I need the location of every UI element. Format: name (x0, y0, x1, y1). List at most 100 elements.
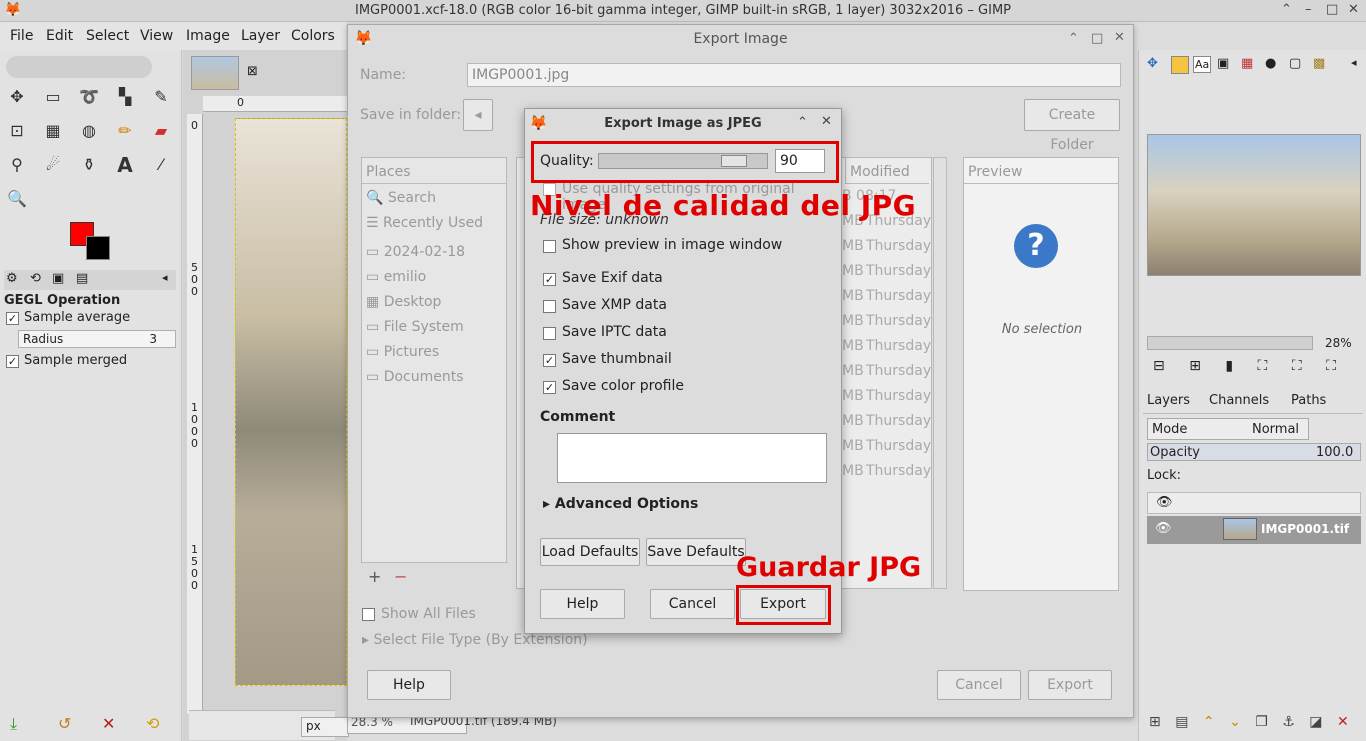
comment-textarea[interactable] (557, 433, 827, 483)
save-defaults-button[interactable]: Save Defaults (646, 538, 746, 566)
duplicate-layer-icon[interactable]: ❐ (1255, 714, 1268, 730)
menu-layer[interactable]: Layer (241, 28, 280, 44)
zoom-tool-icon[interactable]: 🔍 (4, 186, 30, 212)
shrink-wrap-icon[interactable]: ⛶ (1326, 358, 1336, 374)
gradients-tab-icon[interactable]: ▩ (1313, 56, 1325, 71)
zoom-one-icon[interactable]: ▮ (1225, 358, 1233, 374)
new-layer-icon[interactable]: ⊞ (1149, 714, 1161, 730)
menu-colors[interactable]: Colors (291, 28, 335, 44)
file-row-modified[interactable]: MB Thursday (842, 311, 931, 333)
place-documents[interactable]: ▭ Documents (366, 369, 464, 385)
fit-window-icon[interactable]: ⛶ (1292, 358, 1302, 374)
advanced-options-expander[interactable]: ▸ Advanced Options (543, 496, 698, 512)
show-all-files-checkbox[interactable] (362, 608, 375, 621)
brushes-tab-icon[interactable]: ● (1265, 56, 1276, 71)
fit-image-icon[interactable]: ⛶ (1258, 358, 1268, 374)
pointer-tab-icon[interactable]: ✥ (1147, 56, 1158, 71)
select-file-type-expander[interactable]: ▸ Select File Type (By Extension) (362, 632, 588, 648)
navigation-preview[interactable] (1147, 134, 1361, 276)
expand-icon[interactable]: ⌃ (1281, 2, 1292, 17)
save-iptc-checkbox[interactable] (543, 327, 556, 340)
raise-layer-icon[interactable]: ⌃ (1203, 714, 1215, 730)
reset-preset-icon[interactable]: ⟲ (146, 714, 159, 733)
palettes-tab-icon[interactable]: ▦ (1241, 56, 1253, 71)
remove-bookmark-icon[interactable]: − (394, 567, 407, 586)
tab-paths[interactable]: Paths (1291, 393, 1326, 408)
file-row-modified[interactable]: MB Thursday (842, 261, 931, 283)
paintbrush-tool-icon[interactable]: ✏ (112, 118, 138, 144)
layer-row[interactable]: 👁 IMGP0001.tif (1147, 516, 1361, 544)
sample-merged-checkbox[interactable]: ✓ (6, 355, 19, 368)
fg-bg-tab-icon[interactable] (1171, 56, 1189, 74)
minimize-icon[interactable]: – (1305, 2, 1312, 17)
clone-tool-icon[interactable]: ⚲ (4, 152, 30, 178)
menu-image[interactable]: Image (186, 28, 230, 44)
menu-select[interactable]: Select (86, 28, 129, 44)
image-tab-thumbnail[interactable] (191, 56, 239, 90)
export-export-button[interactable]: Export (1028, 670, 1112, 700)
color-picker-tool-icon[interactable]: ⁄ (148, 152, 174, 178)
close-icon[interactable]: ✕ (1348, 2, 1359, 17)
close-image-tab-icon[interactable]: ⊠ (247, 64, 258, 79)
name-input[interactable]: IMGP0001.jpg (467, 63, 1121, 87)
layer-name[interactable]: IMGP0001.tif (1261, 522, 1349, 536)
zoom-in-icon[interactable]: ⊞ (1189, 358, 1201, 374)
restore-preset-icon[interactable]: ↺ (58, 714, 71, 733)
new-group-icon[interactable]: ▤ (1175, 714, 1188, 730)
menu-file[interactable]: File (10, 28, 33, 44)
place-folder-date[interactable]: ▭ 2024-02-18 (366, 244, 465, 260)
place-pictures[interactable]: ▭ Pictures (366, 344, 439, 360)
create-folder-button[interactable]: Create Folder (1024, 99, 1120, 153)
show-preview-checkbox[interactable] (543, 240, 556, 253)
maximize-icon[interactable]: □ (1326, 2, 1338, 17)
patterns-tab-icon[interactable]: ▢ (1289, 56, 1301, 71)
save-exif-checkbox[interactable]: ✓ (543, 273, 556, 286)
menu-edit[interactable]: Edit (46, 28, 73, 44)
tab-layers[interactable]: Layers (1147, 393, 1190, 408)
place-search[interactable]: 🔍 Search (366, 190, 436, 206)
layer-visibility-icon[interactable]: 👁 (1155, 521, 1172, 536)
canvas-image[interactable] (235, 118, 347, 686)
export-close-icon[interactable]: ✕ (1114, 30, 1125, 45)
export-cancel-button[interactable]: Cancel (937, 670, 1021, 700)
add-bookmark-icon[interactable]: + (368, 567, 381, 586)
images-tab-icon[interactable]: ▤ (76, 271, 88, 286)
save-thumbnail-checkbox[interactable]: ✓ (543, 354, 556, 367)
dodge-tool-icon[interactable]: ⚱ (76, 152, 102, 178)
file-row-modified[interactable]: MB Thursday (842, 411, 931, 433)
sample-average-checkbox[interactable]: ✓ (6, 312, 19, 325)
export-expand-icon[interactable]: ⌃ (1068, 31, 1079, 46)
jpeg-help-button[interactable]: Help (540, 589, 625, 619)
save-color-profile-checkbox[interactable]: ✓ (543, 381, 556, 394)
anchor-layer-icon[interactable]: ⚓ (1282, 714, 1295, 730)
smudge-tool-icon[interactable]: ☄ (40, 152, 66, 178)
text-tool-icon[interactable]: A (112, 152, 138, 178)
delete-layer-icon[interactable]: ✕ (1337, 714, 1349, 730)
mask-layer-icon[interactable]: ◪ (1309, 714, 1322, 730)
undo-history-tab-icon[interactable]: ▣ (52, 271, 64, 286)
fuzzy-select-tool-icon[interactable]: ▚ (112, 84, 138, 110)
bucket-fill-tool-icon[interactable]: ◍ (76, 118, 102, 144)
mode-select[interactable]: Mode Normal (1147, 418, 1309, 440)
tab-channels[interactable]: Channels (1209, 393, 1269, 408)
place-home[interactable]: ▭ emilio (366, 269, 426, 285)
fonts-tab-icon[interactable]: Aa (1193, 56, 1212, 73)
bg-color-swatch[interactable] (86, 236, 110, 260)
menu-view[interactable]: View (140, 28, 173, 44)
device-status-tab-icon[interactable]: ⟲ (30, 271, 41, 286)
export-help-button[interactable]: Help (367, 670, 451, 700)
crop-tool-icon[interactable]: ⊡ (4, 118, 30, 144)
file-row-modified[interactable]: MB Thursday (842, 386, 931, 408)
delete-preset-icon[interactable]: ✕ (102, 714, 115, 733)
zoom-out-icon[interactable]: ⊟ (1153, 358, 1165, 374)
jpeg-cancel-button[interactable]: Cancel (650, 589, 735, 619)
file-row-modified[interactable]: MB Thursday (842, 336, 931, 358)
save-preset-icon[interactable]: ⤓ (10, 714, 17, 734)
file-row-modified[interactable]: MB Thursday (842, 286, 931, 308)
warp-tool-icon[interactable]: ▦ (40, 118, 66, 144)
files-scrollbar[interactable] (933, 157, 947, 589)
dock-menu-icon-right[interactable]: ◂ (1351, 56, 1357, 69)
save-xmp-checkbox[interactable] (543, 300, 556, 313)
dock-menu-icon[interactable]: ◂ (162, 271, 168, 284)
file-row-modified[interactable]: MB Thursday (842, 436, 931, 458)
